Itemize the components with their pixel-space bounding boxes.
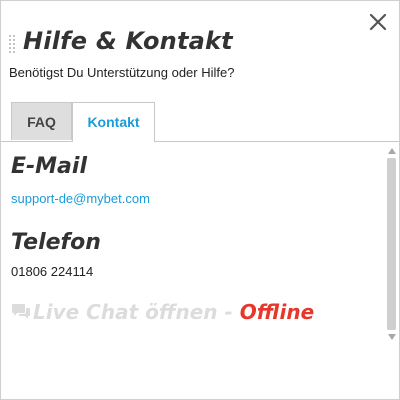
- drag-handle-icon[interactable]: [9, 35, 15, 53]
- live-chat-button[interactable]: Live Chat öffnen - Offline: [11, 300, 314, 324]
- scroll-up-arrow-icon[interactable]: [388, 148, 396, 154]
- help-contact-dialog: Hilfe & Kontakt Benötigst Du Unterstützu…: [0, 0, 400, 400]
- close-icon: [369, 13, 387, 31]
- dialog-subtitle: Benötigst Du Unterstützung oder Hilfe?: [9, 65, 235, 80]
- scrollbar-track[interactable]: [387, 158, 396, 330]
- live-chat-status: Offline: [239, 300, 315, 324]
- scrollbar-thumb[interactable]: [387, 158, 396, 330]
- chat-bubble-icon: [11, 303, 31, 321]
- email-heading: E-Mail: [11, 154, 87, 179]
- vertical-scrollbar[interactable]: [384, 142, 399, 347]
- close-button[interactable]: [367, 11, 389, 33]
- tab-kontakt[interactable]: Kontakt: [72, 102, 155, 142]
- tab-faq[interactable]: FAQ: [11, 102, 72, 140]
- contact-panel: E-Mail support-de@mybet.com Telefon 0180…: [1, 142, 383, 347]
- scroll-down-arrow-icon[interactable]: [388, 334, 396, 340]
- dialog-title: Hilfe & Kontakt: [23, 27, 233, 55]
- live-chat-label: Live Chat öffnen -: [33, 300, 240, 324]
- phone-heading: Telefon: [11, 230, 101, 255]
- tab-bar: FAQ Kontakt: [1, 102, 399, 142]
- email-link[interactable]: support-de@mybet.com: [11, 191, 150, 206]
- phone-number: 01806 224114: [11, 264, 94, 279]
